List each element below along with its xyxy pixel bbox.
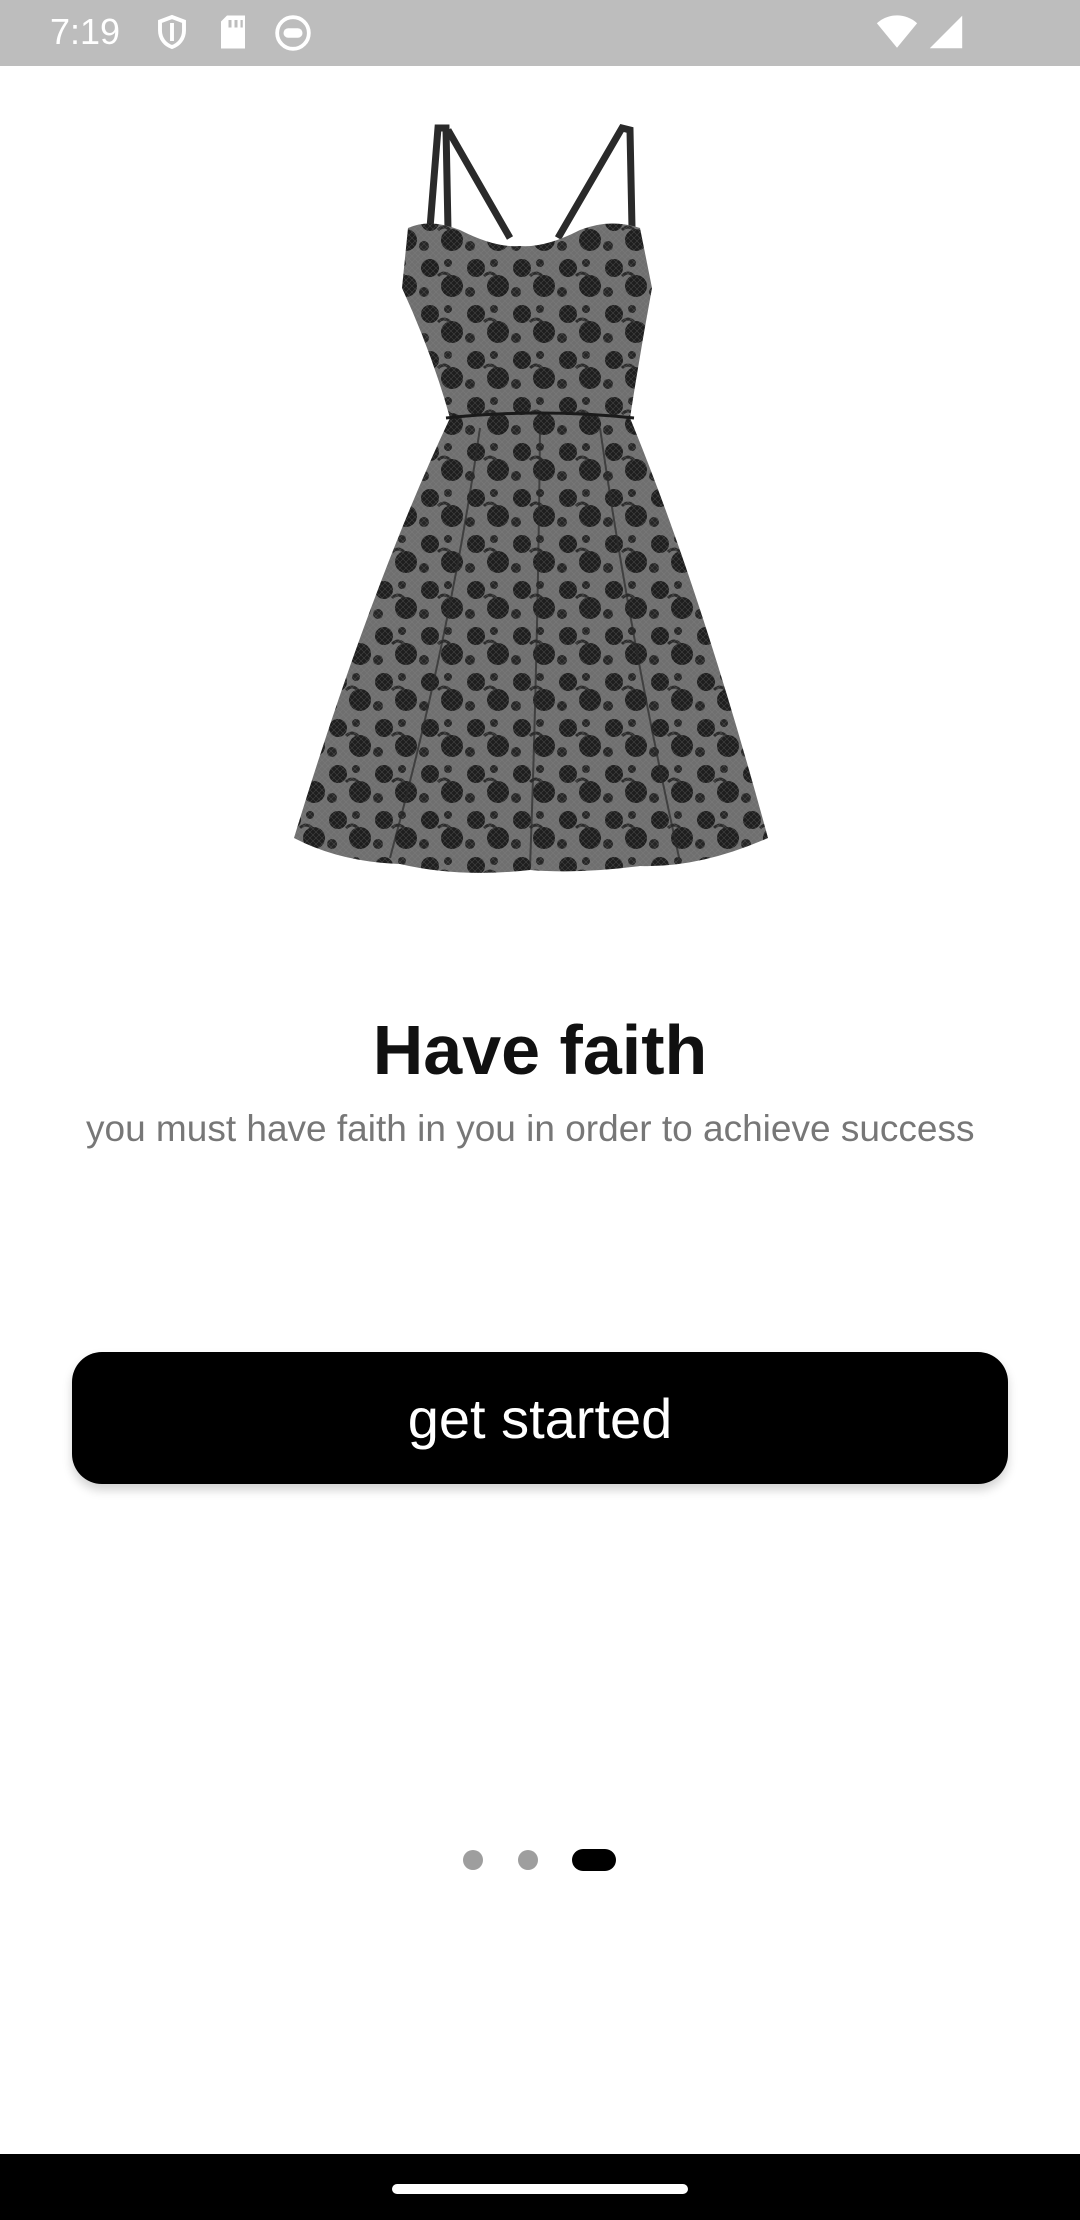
sd-card-icon [221, 15, 245, 49]
page-dot-2[interactable] [518, 1850, 538, 1870]
page-indicator [0, 1848, 1080, 1872]
onboarding-subtitle: you must have faith in you in order to a… [86, 1108, 975, 1149]
onboarding-title: Have faith [372, 1011, 708, 1089]
page-dot-3-active[interactable] [572, 1849, 616, 1871]
status-time: 7:19 [50, 11, 121, 52]
status-bar: 7:19 [0, 0, 1080, 66]
navigation-bar [0, 2154, 1080, 2220]
page-dot-1[interactable] [463, 1850, 483, 1870]
shield-icon [158, 14, 186, 50]
signal-icon [929, 15, 963, 49]
dress-image [294, 123, 768, 873]
home-indicator[interactable] [392, 2184, 688, 2194]
face-icon [275, 15, 311, 51]
wifi-icon [876, 15, 918, 48]
get-started-button[interactable]: get started [72, 1352, 1008, 1484]
